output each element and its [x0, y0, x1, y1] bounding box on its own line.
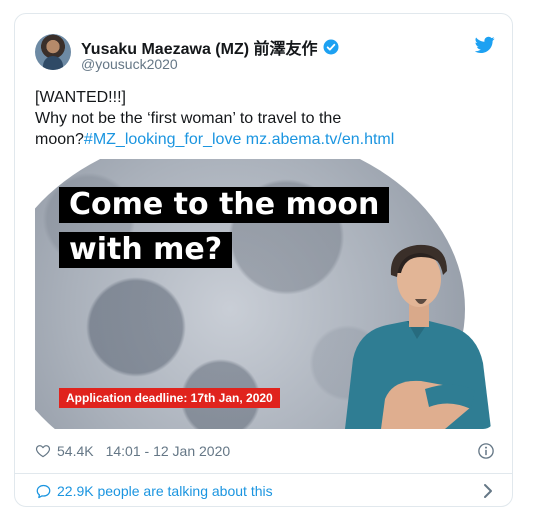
footer-divider [15, 473, 512, 474]
headline-line-2: with me? [59, 232, 232, 268]
tweet-header: Yusaku Maezawa (MZ) 前澤友作 @yousuck2020 [35, 34, 495, 74]
application-deadline-banner: Application deadline: 17th Jan, 2020 [59, 388, 280, 408]
tweet-text-line-1: [WANTED!!!] [35, 87, 495, 108]
author-avatar[interactable] [35, 34, 71, 70]
tweet-card[interactable]: Yusaku Maezawa (MZ) 前澤友作 @yousuck2020 [W… [14, 13, 513, 507]
like-count: 54.4K [57, 443, 94, 459]
url-link[interactable]: mz.abema.tv/en.html [246, 131, 395, 148]
conversation-count-text[interactable]: 22.9K people are talking about this [57, 483, 273, 499]
twitter-bird-icon[interactable] [475, 36, 495, 54]
headline-line-1: Come to the moon [59, 187, 389, 223]
tweet-media-image[interactable]: Come to the moon with me? Application de… [35, 159, 495, 429]
tweet-text-line-2: Why not be the ‘first woman’ to travel t… [35, 108, 495, 129]
info-icon[interactable] [477, 442, 495, 460]
conversation-footer[interactable]: 22.9K people are talking about this [35, 480, 495, 502]
chevron-right-icon[interactable] [481, 483, 495, 499]
hashtag-link[interactable]: #MZ_looking_for_love [84, 131, 241, 148]
chat-bubble-icon [35, 483, 52, 500]
author-handle[interactable]: @yousuck2020 [81, 56, 178, 72]
heart-icon[interactable] [35, 443, 51, 459]
tweet-text-line-3: moon?#MZ_looking_for_love mz.abema.tv/en… [35, 129, 495, 150]
tweet-text: [WANTED!!!] Why not be the ‘first woman’… [35, 87, 495, 150]
like-button[interactable]: 54.4K [35, 443, 94, 459]
tweet-meta: 54.4K 14:01 - 12 Jan 2020 [35, 440, 495, 462]
tweet-timestamp[interactable]: 14:01 - 12 Jan 2020 [106, 443, 231, 459]
tweet-text-moon: moon? [35, 131, 84, 148]
verified-badge-icon [322, 38, 340, 56]
person-photo [325, 239, 495, 429]
